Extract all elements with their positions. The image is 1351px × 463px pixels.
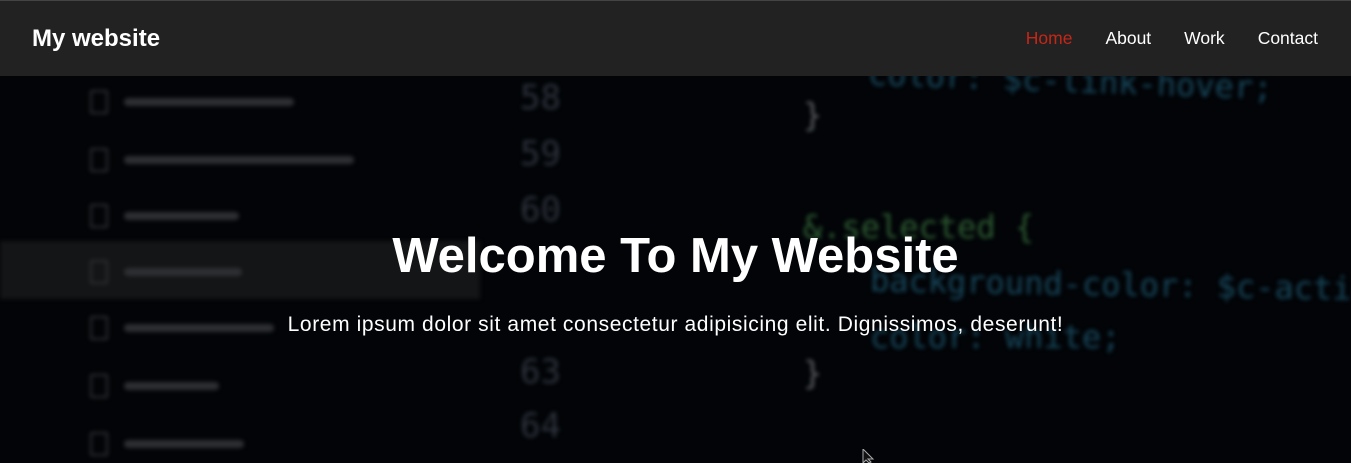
- nav-link-work[interactable]: Work: [1184, 28, 1225, 49]
- nav-link-home[interactable]: Home: [1026, 28, 1073, 49]
- nav-links: Home About Work Contact: [1026, 28, 1318, 49]
- hero-subtitle: Lorem ipsum dolor sit amet consectetur a…: [287, 313, 1064, 336]
- navbar: My website Home About Work Contact: [0, 0, 1351, 76]
- nav-link-contact[interactable]: Contact: [1258, 28, 1318, 49]
- nav-link-about[interactable]: About: [1105, 28, 1151, 49]
- site-brand[interactable]: My website: [32, 25, 160, 53]
- hero-section: 58 59 60 63 64 color: $c-link-hover; } &…: [0, 76, 1351, 463]
- hero-title: Welcome To My Website: [392, 229, 959, 283]
- hero-content: Welcome To My Website Lorem ipsum dolor …: [0, 76, 1351, 463]
